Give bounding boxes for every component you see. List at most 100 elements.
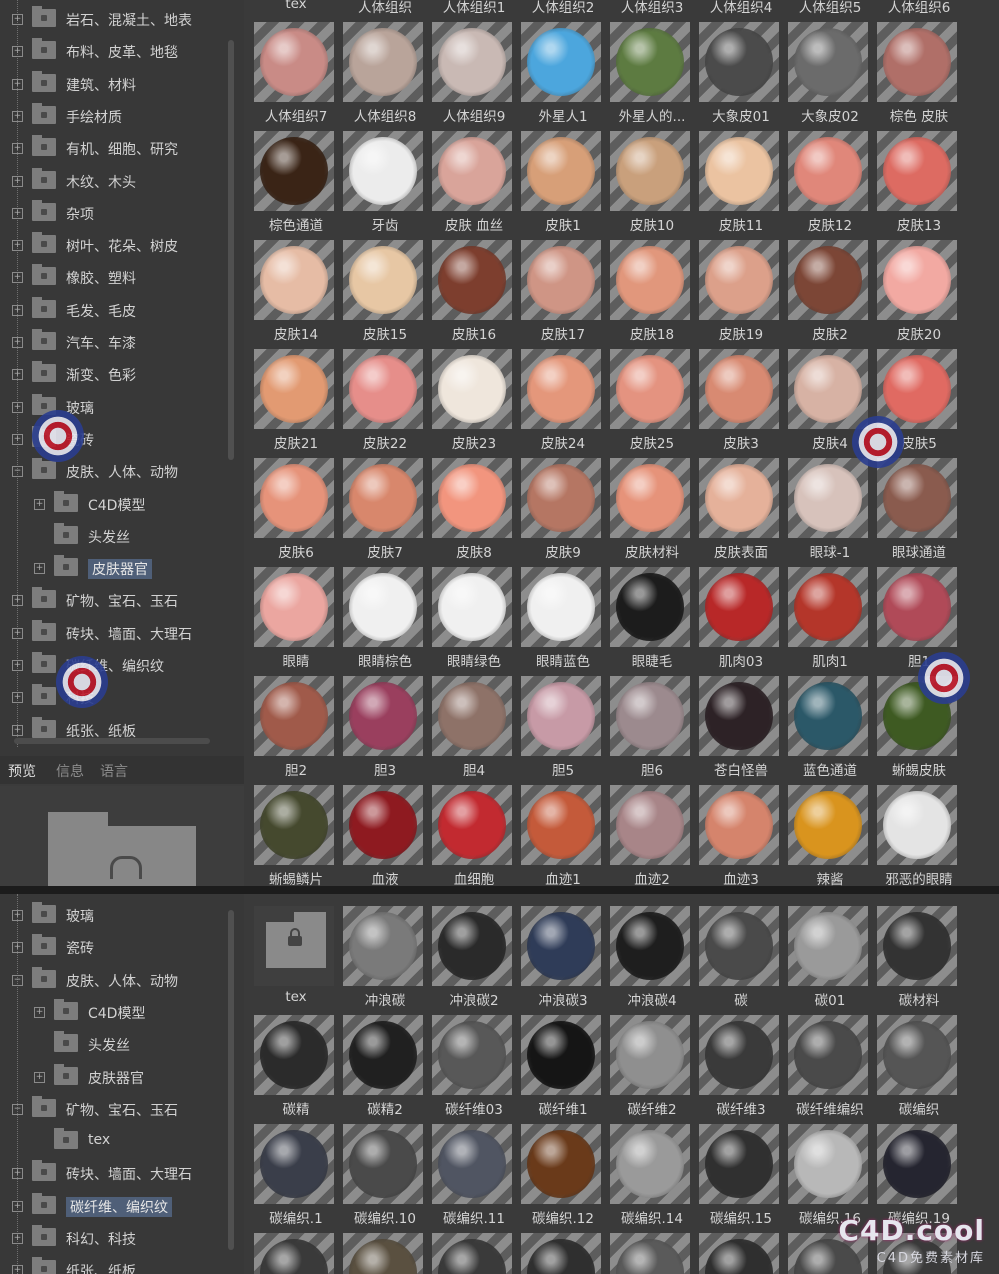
collapse-icon[interactable]: − — [12, 974, 23, 986]
material-cell[interactable]: 皮肤8 — [432, 458, 516, 562]
material-cell[interactable]: 皮肤17 — [521, 240, 605, 344]
tree-item[interactable]: − 皮肤、人体、动物 — [0, 456, 230, 486]
material-cell[interactable]: 人体组织9 — [432, 22, 516, 126]
material-cell[interactable]: 肌肉1 — [788, 567, 872, 671]
material-cell[interactable]: 皮肤11 — [699, 131, 783, 235]
tree-item[interactable]: + 科幻、科技 — [0, 1223, 230, 1253]
material-cell[interactable]: 皮肤13 — [877, 131, 961, 235]
material-cell[interactable]: 眼球-1 — [788, 458, 872, 562]
material-cell[interactable]: 棕色通道 — [254, 131, 338, 235]
expand-icon[interactable]: + — [12, 627, 23, 639]
tree-item[interactable]: + 渐变、色彩 — [0, 359, 230, 389]
material-cell[interactable] — [699, 1233, 783, 1274]
material-cell[interactable]: 大象皮01 — [699, 22, 783, 126]
material-cell[interactable]: 碳编织.12 — [521, 1124, 605, 1228]
material-cell[interactable]: 外星人1 — [521, 22, 605, 126]
material-cell[interactable]: 人体组织6 — [877, 0, 961, 16]
material-cell[interactable]: 外星人的... — [610, 22, 694, 126]
vertical-scrollbar[interactable] — [228, 40, 234, 460]
material-cell[interactable]: 皮肤9 — [521, 458, 605, 562]
tree-item[interactable]: +科技 — [0, 682, 230, 712]
material-cell[interactable]: 辣酱 — [788, 785, 872, 886]
material-cell[interactable]: 碳纤维03 — [432, 1015, 516, 1119]
material-cell[interactable]: 皮肤19 — [699, 240, 783, 344]
material-cell[interactable]: 苍白怪兽 — [699, 676, 783, 780]
material-cell[interactable]: 冲浪碳4 — [610, 906, 694, 1010]
expand-icon[interactable]: + — [12, 1168, 23, 1180]
material-cell[interactable]: 人体组织 — [343, 0, 427, 16]
material-cell[interactable]: 皮肤3 — [699, 349, 783, 453]
tree-item[interactable]: + 瓷砖 — [0, 932, 230, 962]
material-cell[interactable]: 皮肤1 — [521, 131, 605, 235]
material-cell[interactable]: 眼球通道 — [877, 458, 961, 562]
material-cell[interactable]: 碳编织.16 — [788, 1124, 872, 1228]
material-cell[interactable]: 碳 — [699, 906, 783, 1010]
material-cell[interactable]: 人体组织3 — [610, 0, 694, 16]
tree-item[interactable]: + 有机、细胞、研究 — [0, 133, 230, 163]
material-cell[interactable]: 眼睫毛 — [610, 567, 694, 671]
material-cell[interactable]: 血迹3 — [699, 785, 783, 886]
material-cell[interactable]: 皮肤14 — [254, 240, 338, 344]
material-cell[interactable]: 碳编织.1 — [254, 1124, 338, 1228]
tree-item[interactable]: + 手绘材质 — [0, 101, 230, 131]
tree-item[interactable]: + C4D模型 — [0, 997, 230, 1027]
expand-icon[interactable]: + — [12, 942, 23, 954]
tree-item[interactable]: + 矿物、宝石、玉石 — [0, 585, 230, 615]
material-cell[interactable]: 人体组织2 — [521, 0, 605, 16]
material-cell[interactable] — [432, 1233, 516, 1274]
material-cell[interactable]: 胆3 — [343, 676, 427, 780]
expand-icon[interactable]: + — [12, 78, 23, 90]
tree-item[interactable]: + 皮肤器官 — [0, 553, 230, 583]
vertical-scrollbar[interactable] — [228, 910, 234, 1250]
tree-item[interactable]: + 碳纤维、编织纹 — [0, 650, 230, 680]
material-cell[interactable]: 皮肤24 — [521, 349, 605, 453]
expand-icon[interactable]: + — [12, 337, 23, 348]
expand-icon[interactable]: + — [12, 369, 23, 381]
expand-icon[interactable]: + — [12, 110, 23, 122]
material-cell[interactable]: 皮肤25 — [610, 349, 694, 453]
material-cell[interactable]: 邪恶的眼睛 — [877, 785, 961, 886]
tree-item[interactable]: + 皮肤器官 — [0, 1062, 230, 1092]
material-cell[interactable]: 碳精 — [254, 1015, 338, 1119]
material-cell[interactable]: 人体组织1 — [432, 0, 516, 16]
tree-item[interactable]: − 矿物、宝石、玉石 — [0, 1094, 230, 1124]
expand-icon[interactable]: + — [34, 563, 45, 575]
tree-item[interactable]: + 砖块、墙面、大理石 — [0, 1158, 230, 1188]
material-cell[interactable]: 人体组织4 — [699, 0, 783, 16]
material-cell[interactable]: 碳编织.10 — [343, 1124, 427, 1228]
material-cell[interactable]: 眼睛棕色 — [343, 567, 427, 671]
tree-item[interactable]: + 毛发、毛皮 — [0, 295, 230, 325]
expand-icon[interactable]: + — [12, 401, 23, 413]
material-cell[interactable]: 人体组织8 — [343, 22, 427, 126]
material-cell[interactable]: 皮肤6 — [254, 458, 338, 562]
material-cell[interactable] — [521, 1233, 605, 1274]
material-cell[interactable]: 冲浪碳 — [343, 906, 427, 1010]
material-cell[interactable]: 冲浪碳3 — [521, 906, 605, 1010]
material-cell[interactable]: 胆4 — [432, 676, 516, 780]
tree-item[interactable]: − 皮肤、人体、动物 — [0, 965, 230, 995]
tab-info[interactable]: 信息 — [56, 761, 84, 781]
material-cell[interactable]: 皮肤 血丝 — [432, 131, 516, 235]
material-cell[interactable]: 皮肤23 — [432, 349, 516, 453]
tree-item[interactable]: + 树叶、花朵、树皮 — [0, 230, 230, 260]
material-cell[interactable]: 皮肤16 — [432, 240, 516, 344]
material-cell[interactable]: 皮肤12 — [788, 131, 872, 235]
material-cell[interactable]: 碳材料 — [877, 906, 961, 1010]
material-cell[interactable]: 牙齿 — [343, 131, 427, 235]
tree-item[interactable]: + 杂项 — [0, 198, 230, 228]
tab-language[interactable]: 语言 — [100, 761, 128, 781]
material-cell[interactable]: 人体组织7 — [254, 22, 338, 126]
material-cell[interactable]: 肌肉03 — [699, 567, 783, 671]
material-cell[interactable] — [254, 1233, 338, 1274]
material-cell[interactable]: tex — [254, 906, 338, 1010]
expand-icon[interactable]: + — [12, 724, 23, 736]
material-cell[interactable]: 血迹2 — [610, 785, 694, 886]
material-cell[interactable]: 皮肤18 — [610, 240, 694, 344]
collapse-icon[interactable]: − — [12, 466, 23, 478]
expand-icon[interactable]: + — [12, 14, 23, 25]
tree-item[interactable]: + 建筑、材料 — [0, 69, 230, 99]
horizontal-scrollbar[interactable] — [14, 738, 210, 744]
material-cell[interactable]: 碳编织.19 — [877, 1124, 961, 1228]
material-cell[interactable]: 皮肤20 — [877, 240, 961, 344]
material-cell[interactable]: 胆5 — [521, 676, 605, 780]
